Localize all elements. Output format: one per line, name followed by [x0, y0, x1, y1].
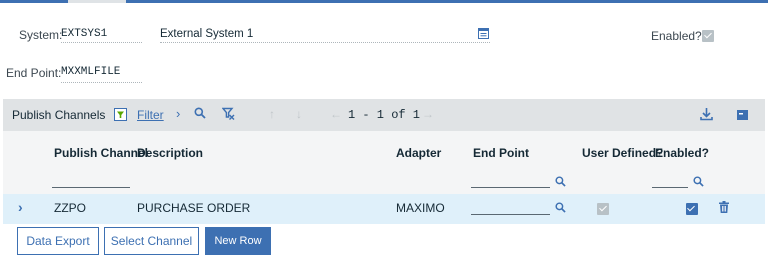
top-accent-segment [0, 0, 68, 3]
download-icon[interactable] [700, 107, 713, 124]
cell-user-defined-checkbox [597, 203, 610, 215]
trash-icon[interactable] [719, 201, 729, 216]
expand-row-chevron-icon[interactable]: › [18, 199, 23, 215]
publish-channel-filter-input[interactable] [52, 187, 130, 188]
top-accent-segment [126, 0, 768, 3]
new-row-button[interactable]: New Row [205, 227, 271, 255]
next-page-icon: → [422, 107, 434, 121]
top-accent-bar [0, 0, 768, 3]
cell-adapter: MAXIMO [396, 201, 445, 215]
previous-page-icon: ← [330, 107, 342, 121]
column-header-description[interactable]: Description [137, 146, 203, 160]
table-settings-icon[interactable] [737, 109, 748, 123]
arrow-down-icon: ↓ [296, 107, 302, 121]
cell-end-point-input[interactable] [471, 214, 550, 215]
table-header [3, 131, 765, 194]
system-description-field[interactable]: External System 1 [160, 28, 490, 43]
data-export-button[interactable]: Data Export [17, 227, 99, 255]
enabled-label: Enabled? [651, 29, 702, 43]
cell-description: PURCHASE ORDER [137, 201, 251, 215]
endpoint-field[interactable]: MXXMLFILE [61, 66, 142, 83]
table-row[interactable] [3, 194, 765, 224]
clear-filter-icon[interactable] [221, 107, 235, 123]
end-point-filter-input[interactable] [471, 187, 550, 188]
cell-publish-channel: ZZPO [54, 201, 86, 215]
system-field[interactable]: EXTSYS1 [61, 28, 142, 43]
column-header-adapter[interactable]: Adapter [396, 146, 441, 160]
table-title: Publish Channels [12, 108, 106, 122]
pagination-text: 1 - 1 of 1 [348, 108, 421, 122]
column-header-enabled[interactable]: Enabled? [655, 146, 709, 160]
enabled-filter-input[interactable] [652, 187, 688, 188]
enabled-filter-search-icon[interactable] [693, 176, 704, 190]
chevron-right-icon[interactable]: › [176, 106, 180, 121]
column-header-end-point[interactable]: End Point [473, 146, 529, 160]
endpoint-label: End Point: [6, 66, 62, 80]
cell-enabled-checkbox[interactable] [685, 203, 698, 215]
search-icon[interactable] [194, 107, 206, 122]
arrow-up-icon: ↑ [269, 107, 275, 121]
column-header-user-defined[interactable]: User Defined? [582, 146, 663, 160]
table-toolbar: Publish Channels Filter › ↑ ↓ ← 1 - 1 of… [3, 99, 765, 131]
long-description-icon[interactable] [478, 28, 489, 42]
enabled-checkbox[interactable] [702, 30, 714, 42]
column-header-publish-channel[interactable]: Publish Channel [54, 146, 148, 160]
select-channel-button[interactable]: Select Channel [104, 227, 199, 255]
system-label: System: [19, 28, 63, 42]
end-point-lookup-icon[interactable] [555, 202, 566, 216]
end-point-filter-search-icon[interactable] [555, 176, 566, 190]
filter-icon[interactable] [114, 108, 127, 124]
filter-link[interactable]: Filter [137, 108, 164, 122]
